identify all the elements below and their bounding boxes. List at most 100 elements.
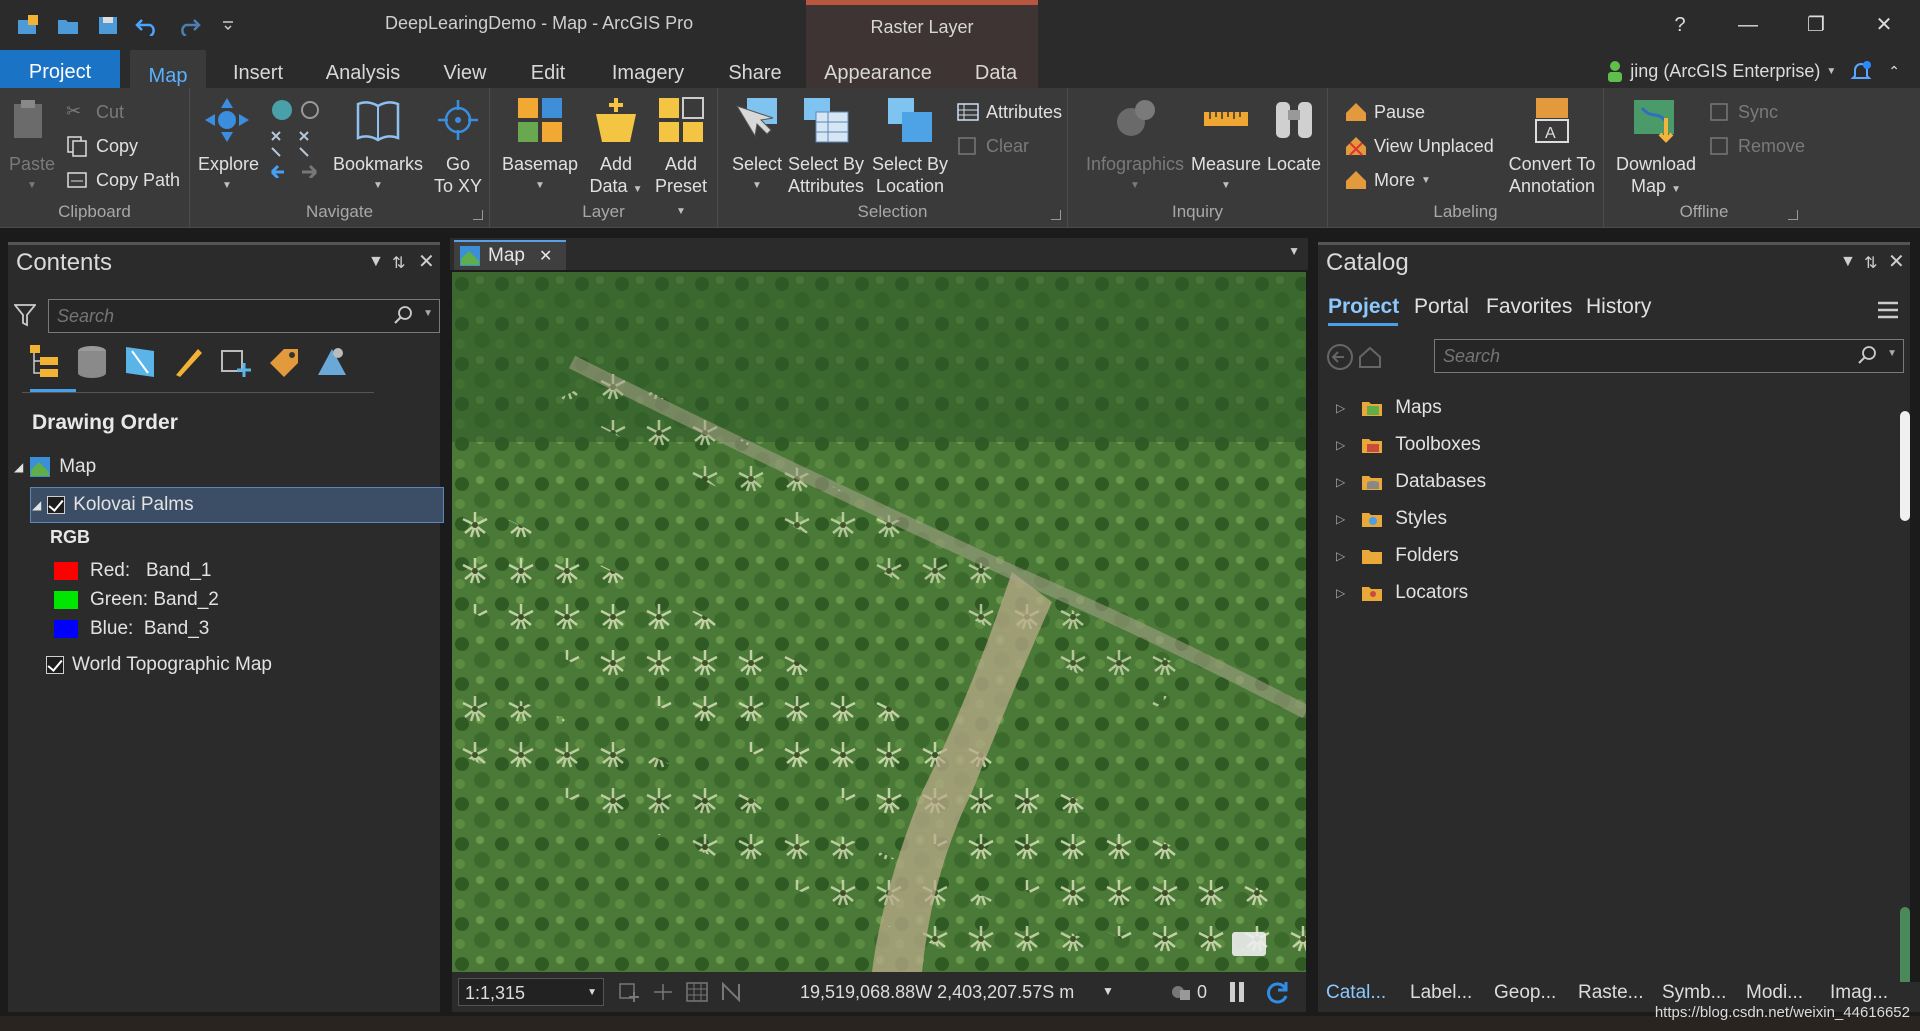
expand-triangle-icon[interactable]: ▷ [1336,512,1345,526]
back-icon[interactable] [1326,343,1354,371]
map-view-tab[interactable]: Map ✕ [454,240,566,270]
expand-triangle-icon[interactable]: ▷ [1336,438,1345,452]
tab-share[interactable]: Share [720,50,790,88]
view-list-dropdown-icon[interactable]: ▼ [1288,244,1300,258]
tab-edit[interactable]: Edit [520,50,576,88]
expand-triangle-icon[interactable]: ▷ [1336,586,1345,600]
measure-button[interactable]: Measure ▼ [1190,96,1262,197]
dock-tab-imagery[interactable]: Imag... [1830,982,1888,1004]
catalog-item-folders[interactable]: ▷ Folders [1336,541,1459,571]
coordinate-format-dropdown-icon[interactable]: ▼ [1102,984,1114,998]
search-icon[interactable] [393,305,413,325]
catalog-item-databases[interactable]: ▷ Databases [1336,467,1486,497]
close-pane-icon[interactable]: ✕ [1888,249,1905,274]
right-edge-scroll[interactable] [1900,321,1910,997]
undo-icon[interactable] [134,12,162,38]
scroll-handle[interactable] [1900,411,1910,521]
expand-triangle-icon[interactable]: ▷ [1336,475,1345,489]
tab-analysis[interactable]: Analysis [318,50,408,88]
expand-triangle-icon[interactable]: ▷ [1336,549,1345,563]
close-button[interactable]: ✕ [1864,10,1904,40]
dock-tab-labeling[interactable]: Label... [1410,982,1472,1004]
infographics-button[interactable]: Infographics ▼ [1084,96,1186,197]
dock-tab-catalog[interactable]: Catal... [1326,982,1386,1004]
north-arrow-icon[interactable] [720,982,742,1002]
expand-triangle-icon[interactable]: ▷ [1336,401,1345,415]
attributes-button[interactable]: Attributes [956,98,1062,126]
catalog-tab-history[interactable]: History [1586,295,1651,319]
pin-icon[interactable]: ⇅ [392,253,405,273]
home-icon[interactable] [1358,345,1382,369]
more-labeling-button[interactable]: More ▼ [1344,166,1431,194]
cut-button[interactable]: ✂ Cut [66,98,124,126]
dock-tab-symbology[interactable]: Symb... [1662,982,1726,1004]
close-pane-icon[interactable]: ✕ [418,249,435,274]
pane-options-icon[interactable]: ▼ [368,253,384,271]
scale-selector[interactable]: 1:1,315 ▼ [458,978,604,1006]
notification-bell-icon[interactable] [1850,60,1872,82]
map-node[interactable]: ◢ Map [14,453,96,481]
tab-insert[interactable]: Insert [222,50,294,88]
select-by-location-button[interactable]: Select By Location [870,96,950,197]
catalog-item-locators[interactable]: ▷ Locators [1336,578,1468,608]
tab-project[interactable]: Project [0,50,120,88]
collapse-ribbon-icon[interactable]: ⌃ [1888,63,1900,80]
add-data-button[interactable]: Add Data ▼ [586,96,646,201]
catalog-tab-favorites[interactable]: Favorites [1486,295,1572,319]
catalog-tab-portal[interactable]: Portal [1414,295,1469,319]
user-account[interactable]: jing (ArcGIS Enterprise) ▼ ⌃ [1606,56,1900,86]
help-button[interactable]: ? [1660,10,1700,40]
map-canvas[interactable] [452,272,1306,972]
expand-triangle-icon[interactable]: ◢ [32,498,41,512]
copy-button[interactable]: Copy [66,132,138,160]
catalog-item-toolboxes[interactable]: ▷ Toolboxes [1336,430,1481,460]
snapping-icon[interactable] [652,982,674,1002]
paste-button[interactable]: Paste ▼ [6,96,58,197]
refresh-icon[interactable] [1264,980,1290,1006]
grid-icon[interactable] [686,982,708,1002]
dialog-launcher-icon[interactable] [473,210,483,220]
sync-button[interactable]: Sync [1708,98,1778,126]
catalog-item-maps[interactable]: ▷ Maps [1336,393,1442,423]
list-by-drawing-order-icon[interactable] [26,343,62,379]
pause-labeling-button[interactable]: Pause [1344,98,1425,126]
minimize-button[interactable]: — [1728,10,1768,40]
bookmarks-button[interactable]: Bookmarks ▼ [330,96,426,197]
layer-visibility-checkbox[interactable] [47,496,66,514]
dialog-launcher-icon[interactable] [1051,210,1061,220]
customize-icon[interactable] [214,12,242,38]
filter-icon[interactable] [14,303,36,327]
new-project-icon[interactable] [14,12,42,38]
select-by-attributes-button[interactable]: Select By Attributes [786,96,866,197]
go-to-xy-button[interactable]: Go To XY [430,96,486,197]
fixed-zoom-icon[interactable] [618,982,640,1002]
pane-options-icon[interactable]: ▼ [1840,253,1856,271]
layer-world-topographic-map[interactable]: World Topographic Map [46,651,272,679]
selected-features-icon[interactable] [1170,982,1192,1002]
close-tab-icon[interactable]: ✕ [539,246,552,266]
catalog-tab-project[interactable]: Project [1328,295,1399,319]
copy-path-button[interactable]: Copy Path [66,166,180,194]
list-by-editing-icon[interactable] [170,343,206,379]
download-map-button[interactable]: Download Map ▼ [1614,96,1698,201]
pause-drawing-icon[interactable] [1228,980,1248,1004]
catalog-search-box[interactable]: ▼ [1434,339,1904,373]
contents-search-input[interactable] [49,300,439,332]
tab-view[interactable]: View [432,50,498,88]
catalog-search-input[interactable] [1435,340,1903,372]
tab-appearance[interactable]: Appearance [818,50,938,88]
layer-visibility-checkbox[interactable] [46,656,64,674]
dock-tab-geoprocessing[interactable]: Geop... [1494,982,1556,1004]
tab-imagery[interactable]: Imagery [603,50,693,88]
tab-data[interactable]: Data [964,50,1028,88]
remove-offline-button[interactable]: Remove [1708,132,1805,160]
dock-tab-raster[interactable]: Raste... [1578,982,1643,1004]
tab-map[interactable]: Map [130,50,206,88]
select-button[interactable]: Select ▼ [724,96,790,197]
list-by-labeling-icon[interactable] [266,343,302,379]
list-by-perspective-imagery-icon[interactable] [314,343,350,379]
chevron-down-icon[interactable]: ▼ [1887,348,1897,359]
save-project-icon[interactable] [94,12,122,38]
layer-kolovai-palms[interactable]: ◢ Kolovai Palms [32,491,194,519]
redo-icon[interactable] [174,12,202,38]
